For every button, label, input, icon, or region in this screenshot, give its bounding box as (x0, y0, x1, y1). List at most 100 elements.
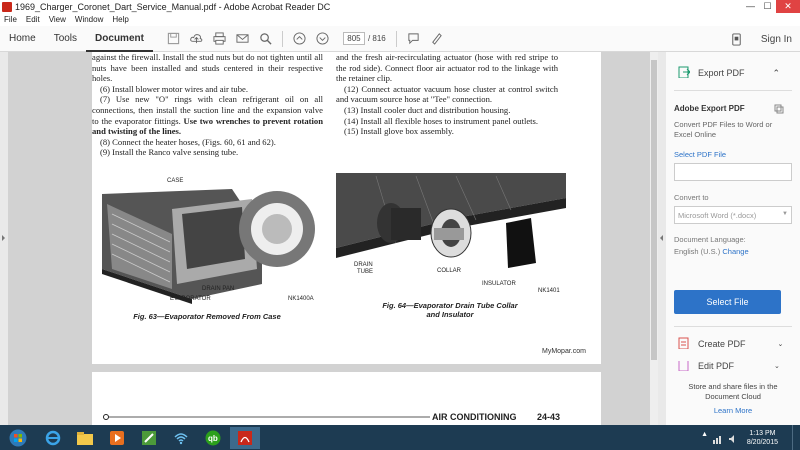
menu-window[interactable]: Window (75, 15, 103, 24)
select-pdf-link[interactable]: Select PDF File (674, 150, 792, 159)
format-select[interactable]: Microsoft Word (*.docx) ▼ (674, 206, 792, 224)
toolbar-divider (395, 30, 397, 47)
document-viewport[interactable]: against the firewall. Install the stud n… (8, 52, 650, 425)
paragraph: against the firewall. Install the stud n… (92, 52, 323, 84)
print-icon[interactable] (213, 32, 226, 45)
vertical-scrollbar[interactable] (650, 52, 658, 425)
paragraph: (12) Connect actuator vacuum hose cluste… (336, 83, 558, 105)
edit-pdf-item[interactable]: Edit PDF ⌄ (678, 361, 780, 371)
system-clock[interactable]: 1:13 PM 8/20/2015 (747, 429, 778, 447)
highlight-pen-icon[interactable] (430, 32, 443, 45)
document-language-label: Document Language: (674, 235, 746, 244)
tab-document[interactable]: Document (86, 26, 153, 52)
quickbooks-icon[interactable]: qb (198, 427, 228, 449)
email-icon[interactable] (236, 32, 249, 45)
menu-bar: File Edit View Window Help (0, 13, 800, 26)
clock-time: 1:13 PM (749, 430, 776, 437)
show-desktop-button[interactable] (792, 425, 800, 450)
right-text-column: and the fresh air-recirculating actuator… (336, 52, 558, 137)
start-button[interactable] (0, 427, 36, 449)
next-page-icon[interactable] (316, 32, 329, 45)
tab-home[interactable]: Home (0, 26, 45, 52)
window-controls: — ☐ ✕ (742, 0, 800, 13)
format-value: Microsoft Word (*.docx) (678, 211, 757, 220)
acrobat-taskbar-icon[interactable] (230, 426, 260, 449)
file-explorer-icon[interactable] (70, 427, 100, 449)
link-icon[interactable] (774, 104, 784, 116)
paragraph: (14) Install all flexible hoses to instr… (344, 115, 539, 126)
menu-view[interactable]: View (49, 15, 66, 24)
left-panel-gutter[interactable] (0, 52, 8, 425)
close-button[interactable]: ✕ (776, 0, 800, 13)
right-panel-gutter[interactable] (658, 52, 666, 425)
convert-description: Convert PDF Files to Word or Excel Onlin… (674, 120, 773, 139)
tools-app-icon[interactable] (134, 427, 164, 449)
search-icon[interactable] (259, 32, 272, 45)
volume-icon[interactable] (728, 431, 738, 449)
chevron-down-icon[interactable]: ⌄ (778, 340, 784, 348)
edit-pdf-label: Edit PDF (698, 361, 735, 371)
create-pdf-item[interactable]: Create PDF ⌄ (678, 337, 783, 351)
pdf-file-field[interactable] (674, 163, 792, 181)
paragraph: (6) Install blower motor wires and air t… (100, 83, 248, 94)
caption-line: and Insulator (426, 310, 474, 319)
select-file-button[interactable]: Select File (674, 290, 781, 314)
paragraph: (13) Install cooler duct and distributio… (344, 104, 511, 115)
page-number-input[interactable]: 805 (342, 32, 365, 45)
window-title: 1969_Charger_Coronet_Dart_Service_Manual… (15, 1, 331, 12)
mobile-link-icon[interactable] (730, 32, 743, 46)
comment-icon[interactable] (407, 32, 420, 45)
toolbar-divider (281, 30, 283, 47)
figure-63-caption: Fig. 63—Evaporator Removed From Case (133, 312, 281, 321)
figure-code: NK1400A (288, 296, 314, 302)
paragraph: and the fresh air-recirculating actuator… (336, 52, 558, 84)
paragraph: (8) Connect the heater hoses, (Figs. 60,… (100, 136, 276, 147)
dropdown-arrow-icon: ▼ (782, 211, 788, 217)
clock-date: 8/20/2015 (746, 439, 778, 446)
divider (674, 90, 792, 91)
change-language-link[interactable]: Change (722, 247, 748, 256)
collar-label: COLLAR (437, 268, 462, 274)
caption-line: Fig. 64—Evaporator Drain Tube Collar (382, 301, 518, 310)
chevron-up-icon[interactable]: ⌃ (773, 68, 781, 79)
tab-tools[interactable]: Tools (45, 26, 86, 52)
acrobat-app-icon (2, 1, 12, 12)
language-row: English (U.S.) Change (674, 247, 792, 256)
paragraph: (9) Install the Ranco valve sensing tube… (100, 147, 239, 158)
watermark-text: MyMopar.com (542, 348, 586, 355)
wifi-app-icon[interactable] (166, 427, 196, 449)
create-pdf-label: Create PDF (698, 339, 746, 349)
maximize-button[interactable]: ☐ (759, 0, 776, 13)
page-total: / 816 (367, 34, 386, 43)
tray-arrow-icon[interactable]: ▲ (701, 431, 708, 449)
media-player-icon[interactable] (102, 427, 132, 449)
save-icon[interactable] (167, 32, 180, 45)
network-icon[interactable] (713, 431, 723, 449)
minimize-button[interactable]: — (742, 0, 759, 13)
svg-text:qb: qb (208, 434, 218, 443)
learn-more-link[interactable]: Learn More (674, 406, 792, 415)
drain-pan-label: DRAIN PAN (202, 286, 235, 292)
tube-label: TUBE (357, 269, 374, 275)
divider (674, 326, 792, 327)
footer-page-number: 24-43 (537, 412, 561, 422)
paragraph: (15) Install glove box assembly. (344, 126, 454, 137)
sign-in-link[interactable]: Sign In (761, 34, 792, 45)
convert-to-label: Convert to (674, 193, 709, 202)
export-pdf-icon (678, 66, 691, 80)
create-pdf-icon (678, 337, 690, 351)
insulator-label: INSULATOR (482, 281, 516, 287)
edit-pdf-icon (678, 361, 690, 371)
menu-file[interactable]: File (4, 15, 17, 24)
export-pdf-header[interactable]: Export PDF ⌃ (678, 66, 780, 80)
menu-edit[interactable]: Edit (26, 15, 40, 24)
menu-help[interactable]: Help (112, 15, 128, 24)
scroll-thumb[interactable] (651, 60, 657, 360)
internet-explorer-icon[interactable] (38, 427, 68, 449)
footer-rule (103, 414, 430, 420)
figure-64-caption: Fig. 64—Evaporator Drain Tube Collar and… (360, 301, 540, 319)
previous-page-icon[interactable] (293, 32, 306, 45)
system-tray: ▲ (701, 431, 738, 449)
chevron-down-icon[interactable]: ⌄ (774, 362, 780, 370)
cloud-upload-icon[interactable] (190, 32, 203, 45)
